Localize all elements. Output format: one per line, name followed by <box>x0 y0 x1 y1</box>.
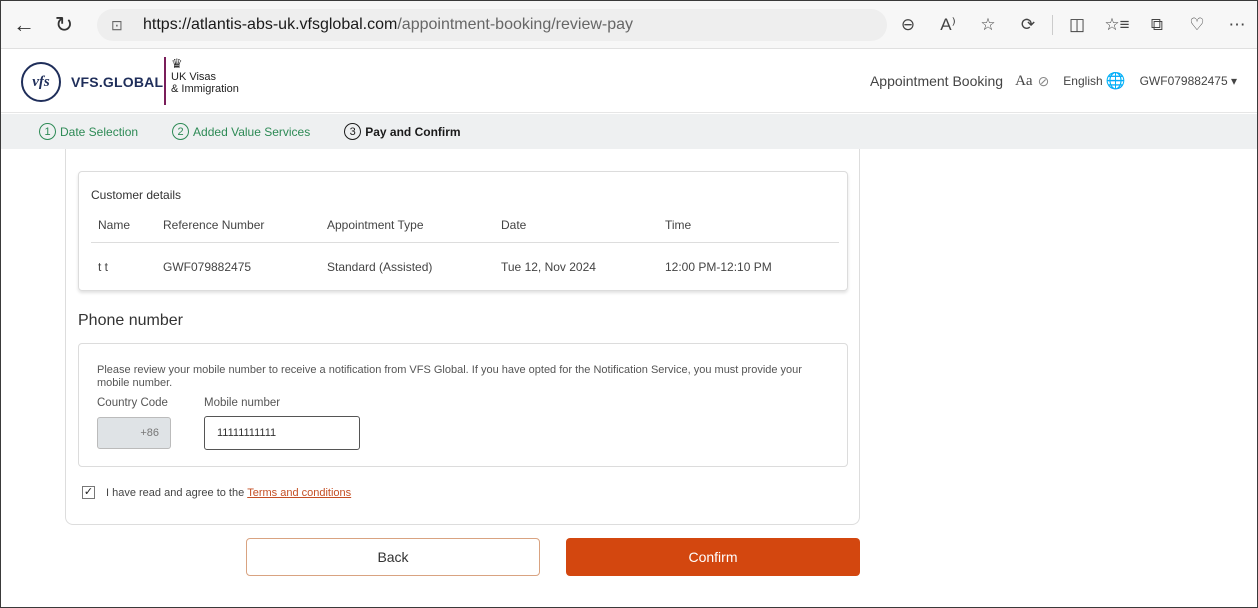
refresh-icon[interactable]: ↻ <box>47 8 81 42</box>
step-label: Date Selection <box>60 124 139 139</box>
terms-checkbox[interactable]: ✓ <box>82 486 95 499</box>
step-number: 1 <box>39 123 56 140</box>
collections-icon[interactable]: ⧉ <box>1140 9 1174 41</box>
split-screen-icon[interactable]: ◫ <box>1060 9 1094 41</box>
mobile-number-field[interactable]: 11111111111 <box>204 416 360 450</box>
cell-reference-number: GWF079882475 <box>163 260 252 274</box>
step-number: 2 <box>172 123 190 140</box>
appointment-booking-link[interactable]: Appointment Booking <box>870 73 1003 89</box>
review-card: Customer details Name Reference Number A… <box>65 149 860 525</box>
cell-name: t t <box>98 260 109 274</box>
terms-link[interactable]: Terms and conditions <box>247 487 351 499</box>
cell-time: 12:00 PM-12:10 PM <box>665 260 772 274</box>
ukvi-line-2: & Immigration <box>171 83 239 95</box>
step-pay-and-confirm[interactable]: 3 Pay and Confirm <box>344 123 461 140</box>
mobile-number-label: Mobile number <box>204 397 281 409</box>
browser-essentials-icon[interactable]: ♡ <box>1180 9 1214 41</box>
language-label[interactable]: English <box>1063 74 1102 88</box>
country-code-label: Country Code <box>97 397 168 409</box>
customer-details-title: Customer details <box>91 188 182 202</box>
table-divider <box>91 242 839 243</box>
agree-text: I have read and agree to the <box>106 486 245 499</box>
step-label: Added Value Services <box>193 124 311 139</box>
step-label: Pay and Confirm <box>365 124 461 139</box>
lock-icon[interactable]: ⊡ <box>111 17 131 34</box>
customer-details-panel: Customer details Name Reference Number A… <box>78 171 848 291</box>
step-number: 3 <box>344 123 362 140</box>
cell-date: Tue 12, Nov 2024 <box>501 260 596 274</box>
crest-icon: ♛ <box>171 56 183 71</box>
url-host: https://atlantis-abs-uk.vfsglobal.com <box>143 16 398 33</box>
user-menu[interactable]: GWF079882475 ▾ <box>1140 74 1237 88</box>
toolbar-divider <box>1052 15 1053 35</box>
browser-toolbar: ← ↻ ⊡ https://atlantis-abs-uk.vfsglobal.… <box>1 1 1257 49</box>
contrast-icon[interactable]: ⊘ <box>1038 73 1050 90</box>
favorite-star-icon[interactable]: ☆ <box>971 9 1005 41</box>
favorites-list-icon[interactable]: ☆≡ <box>1100 9 1134 41</box>
zoom-out-icon[interactable]: ⊖ <box>891 9 925 41</box>
site-header: vfs VFS.GLOBAL ♛ UK Visas & Immigration … <box>1 49 1257 113</box>
read-aloud-icon[interactable]: A⁾ <box>931 9 965 41</box>
ukvi-logo: ♛ UK Visas & Immigration <box>164 57 239 105</box>
globe-icon[interactable]: 🌐 <box>1106 71 1126 91</box>
browser-toolbar-icons: ⊖ A⁾ ☆ ⟳ ◫ ☆≡ ⧉ ♡ ⋯ <box>888 9 1257 41</box>
cell-appointment-type: Standard (Assisted) <box>327 260 433 274</box>
brand-name: VFS.GLOBAL <box>71 74 164 90</box>
extensions-icon[interactable]: ⟳ <box>1011 9 1045 41</box>
back-button[interactable]: Back <box>246 538 540 576</box>
step-added-value-services[interactable]: 2 Added Value Services <box>172 123 310 140</box>
text-size-toggle[interactable]: Aa <box>1015 73 1033 90</box>
address-bar[interactable]: ⊡ https://atlantis-abs-uk.vfsglobal.com /… <box>97 9 887 41</box>
back-arrow-icon[interactable]: ← <box>7 8 41 42</box>
header-appointment-type: Appointment Type <box>327 218 424 232</box>
booking-stepper: 1 Date Selection 2 Added Value Services … <box>1 114 1257 149</box>
more-menu-icon[interactable]: ⋯ <box>1220 9 1254 41</box>
country-code-field: +86 <box>97 417 171 449</box>
header-time: Time <box>665 218 692 232</box>
url-path: /appointment-booking/review-pay <box>397 16 634 33</box>
confirm-button[interactable]: Confirm <box>566 538 860 576</box>
phone-notice: Please review your mobile number to rece… <box>97 364 802 389</box>
page-frame: ← ↻ ⊡ https://atlantis-abs-uk.vfsglobal.… <box>0 0 1258 608</box>
phone-number-panel: Please review your mobile number to rece… <box>78 343 848 467</box>
phone-number-heading: Phone number <box>78 312 183 329</box>
step-date-selection[interactable]: 1 Date Selection <box>39 123 138 140</box>
ukvi-line-1: UK Visas <box>171 71 217 83</box>
vfs-logo[interactable]: vfs <box>21 62 61 102</box>
header-date: Date <box>501 218 527 232</box>
header-actions: Appointment Booking Aa ⊘ English 🌐 GWF07… <box>870 71 1237 91</box>
header-name: Name <box>98 218 131 232</box>
terms-agreement: ✓ I have read and agree to the Terms and… <box>82 486 351 499</box>
header-reference-number: Reference Number <box>163 218 265 232</box>
